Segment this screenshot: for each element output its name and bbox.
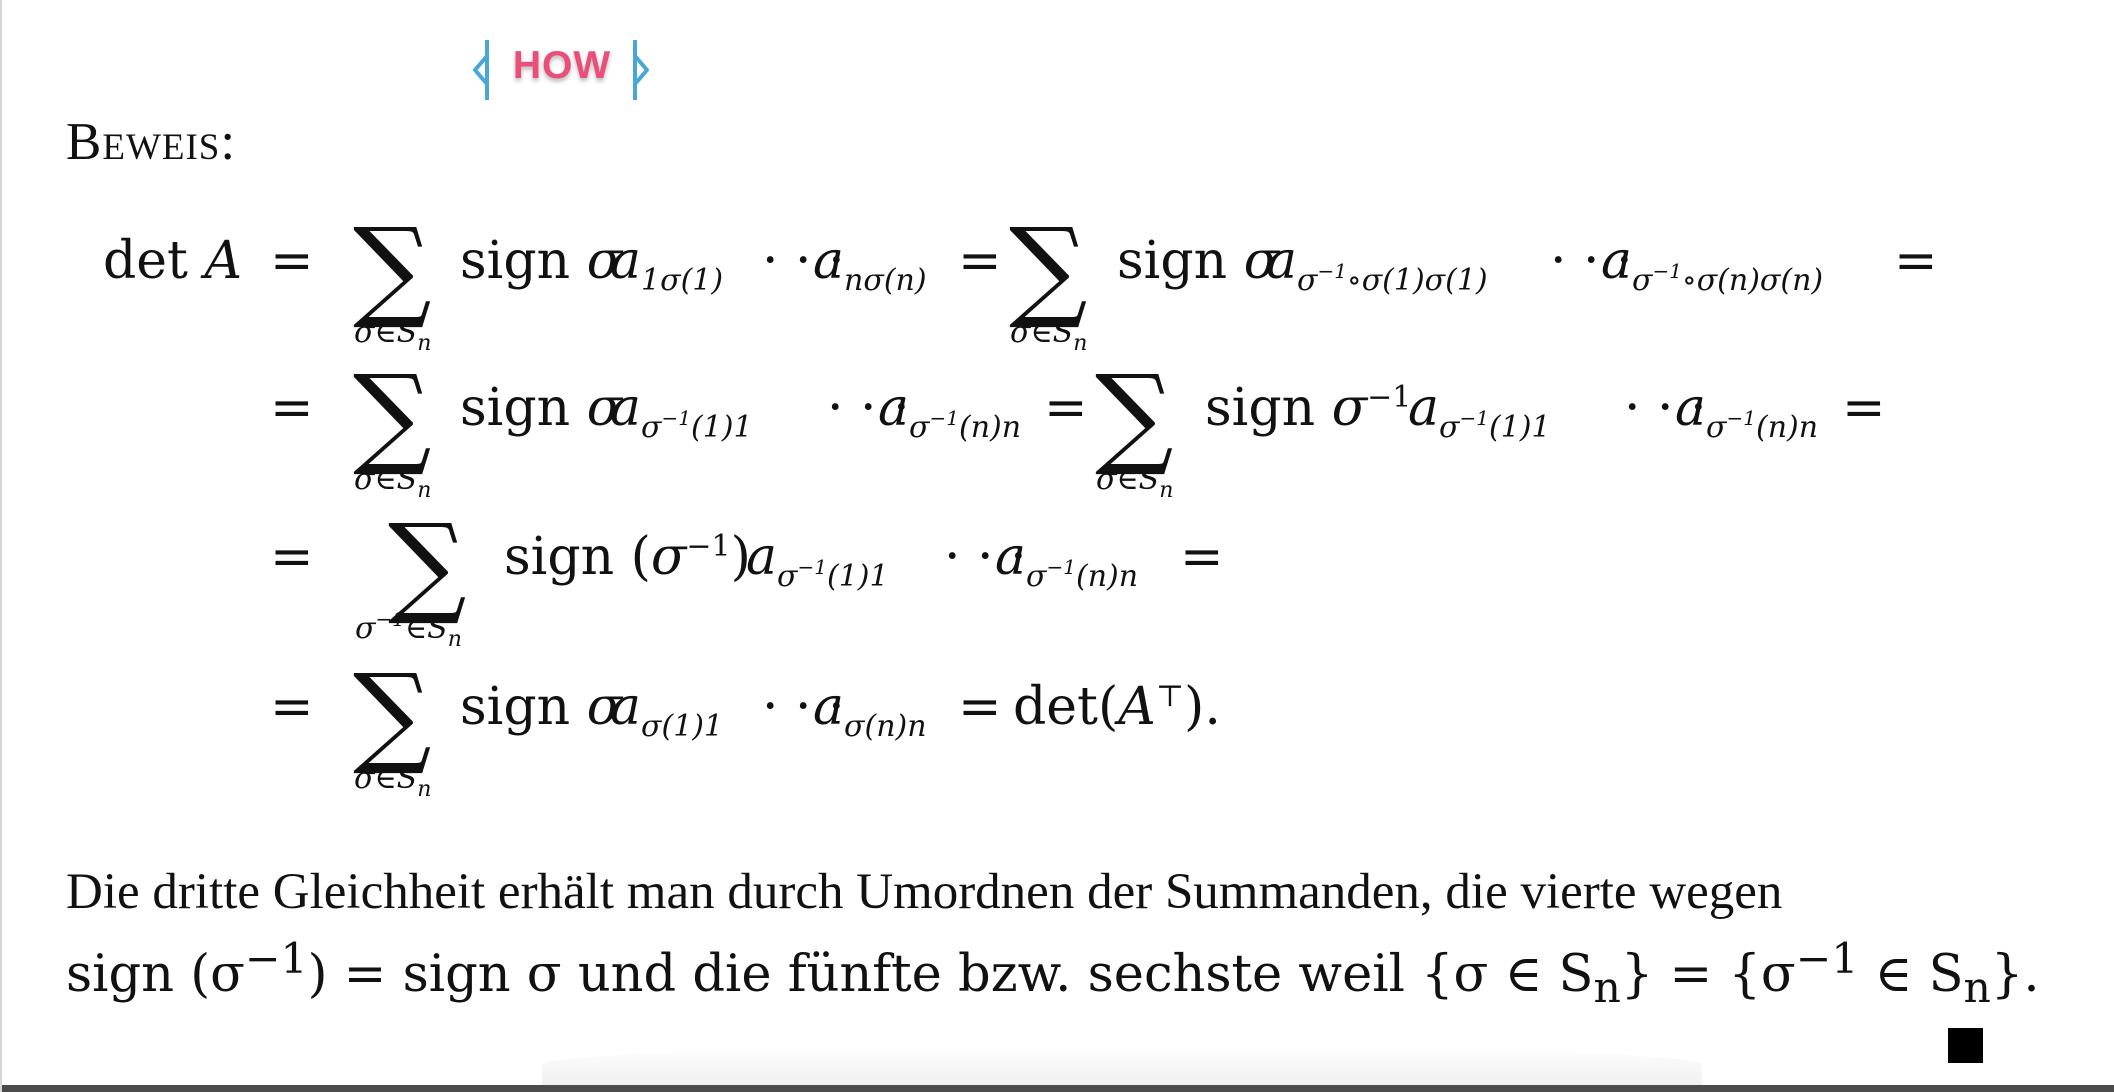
svg-text:aσ−1(n)n: aσ−1(n)n: [878, 378, 1021, 445]
equation-line-3: = ∑ σ−1∈Sn sign (σ−1) aσ−1(1)1 · · · aσ−…: [270, 500, 1224, 652]
svg-text:aσ−1(n)n: aσ−1(n)n: [995, 527, 1138, 594]
svg-text:aσ−1(1)1: aσ−1(1)1: [746, 527, 889, 594]
qed-mark: [1948, 1028, 1983, 1063]
svg-text:aσ(n)n: aσ(n)n: [813, 677, 927, 744]
svg-text:aσ(1)1: aσ(1)1: [610, 677, 723, 744]
svg-text:=: =: [270, 677, 314, 737]
svg-text:sign σ: sign σ: [460, 378, 624, 438]
svg-text:∑: ∑: [1009, 204, 1088, 332]
paragraph-line-2-end: ∈ S: [1858, 945, 1964, 1004]
svg-text:det(A⊤).: det(A⊤).: [1013, 677, 1221, 737]
svg-text:sign σ: sign σ: [460, 231, 624, 291]
paragraph-line-2-prefix: sign (σ: [66, 945, 245, 1004]
svg-text:aσ−1(1)1: aσ−1(1)1: [610, 378, 753, 445]
svg-text:∑: ∑: [1095, 351, 1174, 479]
page-shadow: [542, 1045, 1702, 1085]
svg-text:sign σ−1: sign σ−1: [1205, 378, 1411, 438]
svg-text:aσ−1(1)1: aσ−1(1)1: [1408, 378, 1551, 445]
paragraph-subscript-2: n: [1963, 964, 1991, 1014]
svg-text:=: =: [270, 378, 314, 438]
proof-equations: det A = ∑ σ∈Sn sign σ a1σ(1) · · · anσ(n…: [103, 204, 1938, 802]
svg-text:aσ−1∘σ(n)σ(n): aσ−1∘σ(n)σ(n): [1601, 231, 1823, 298]
svg-text:∑: ∑: [353, 204, 432, 332]
paragraph-superscript-1: −1: [244, 935, 308, 984]
svg-text:aσ−1∘σ(1)σ(1): aσ−1∘σ(1)σ(1): [1266, 231, 1488, 298]
equation-line-1: det A = ∑ σ∈Sn sign σ a1σ(1) · · · anσ(n…: [103, 204, 1938, 356]
paragraph-line-1: Die dritte Gleichheit erhält man durch U…: [66, 864, 1783, 920]
paragraph-line-2-close: }.: [1990, 945, 2040, 1004]
paragraph-line-2: sign (σ−1) = sign σ und die fünfte bzw. …: [66, 926, 2040, 1023]
svg-text:sign (σ−1): sign (σ−1): [504, 527, 751, 587]
paragraph-superscript-2: −1: [1795, 935, 1859, 984]
svg-text:anσ(n): anσ(n): [813, 231, 927, 298]
svg-text:=: =: [270, 527, 314, 587]
paragraph-line-2-middle: ) = sign σ und die fünfte bzw. sechste w…: [307, 945, 1594, 1004]
svg-text:=: =: [1044, 378, 1088, 438]
svg-text:σ−1∈Sn: σ−1∈Sn: [355, 607, 462, 652]
svg-text:∑: ∑: [353, 351, 432, 479]
svg-text:=: =: [958, 231, 1002, 291]
proof-paragraph: Die dritte Gleichheit erhält man durch U…: [66, 858, 2040, 1023]
page-bottom-rule: [2, 1085, 2114, 1092]
equation-line-4: = ∑ σ∈Sn sign σ aσ(1)1 · · · aσ(n)n = de…: [270, 650, 1221, 802]
svg-text:=: =: [1180, 527, 1224, 587]
svg-text:aσ−1(n)n: aσ−1(n)n: [1675, 378, 1818, 445]
paragraph-line-2-suffix: } = {σ: [1620, 945, 1796, 1004]
svg-text:∑: ∑: [353, 650, 432, 778]
svg-text:=: =: [1894, 231, 1938, 291]
svg-text:sign σ: sign σ: [1117, 231, 1281, 291]
paragraph-subscript-1: n: [1593, 964, 1621, 1014]
svg-text:=: =: [958, 677, 1002, 737]
svg-text:det A: det A: [103, 231, 242, 291]
document-page: HOW Beweis: det A = ∑ σ∈Sn sign σ a1σ(1)…: [0, 0, 2114, 1092]
equation-line-2: = ∑ σ∈Sn sign σ aσ−1(1)1 · · · aσ−1(n)n …: [270, 351, 1886, 503]
svg-text:a1σ(1): a1σ(1): [610, 231, 723, 298]
svg-text:=: =: [1842, 378, 1886, 438]
svg-text:=: =: [270, 231, 314, 291]
svg-text:sign σ: sign σ: [460, 677, 624, 737]
